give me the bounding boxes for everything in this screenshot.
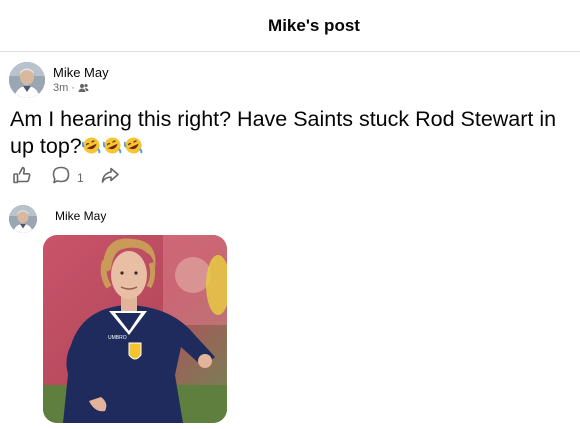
comment-avatar[interactable] (9, 205, 37, 233)
comment-button[interactable]: 1 (51, 165, 84, 190)
share-icon (100, 165, 120, 190)
post-timestamp[interactable]: 3m (53, 82, 68, 94)
post-author-name[interactable]: Mike May (53, 65, 109, 80)
comment-author-name[interactable]: Mike May (55, 209, 106, 223)
thumbs-up-icon (12, 165, 32, 190)
rolling-on-floor-laughing-emoji (123, 135, 143, 154)
avatar[interactable] (9, 62, 45, 98)
rolling-on-floor-laughing-emoji (81, 135, 101, 154)
page-title: Mike's post (268, 15, 360, 35)
comment-icon (51, 165, 71, 190)
rolling-on-floor-laughing-emoji (102, 135, 122, 154)
comment-count: 1 (77, 170, 84, 185)
emoji-group (81, 135, 143, 154)
share-button[interactable] (100, 165, 120, 190)
post-body: Am I hearing this right? Have Saints stu… (10, 106, 580, 160)
svg-text:UMBRO: UMBRO (108, 335, 127, 341)
friends-icon[interactable] (78, 83, 89, 93)
meta-separator: · (71, 82, 75, 94)
comment-photo[interactable]: UMBRO (43, 235, 227, 423)
post-meta: 3m · (53, 82, 89, 94)
like-button[interactable] (12, 165, 32, 190)
post-actions: 1 (12, 165, 120, 190)
post-header: Mike's post (0, 0, 580, 52)
